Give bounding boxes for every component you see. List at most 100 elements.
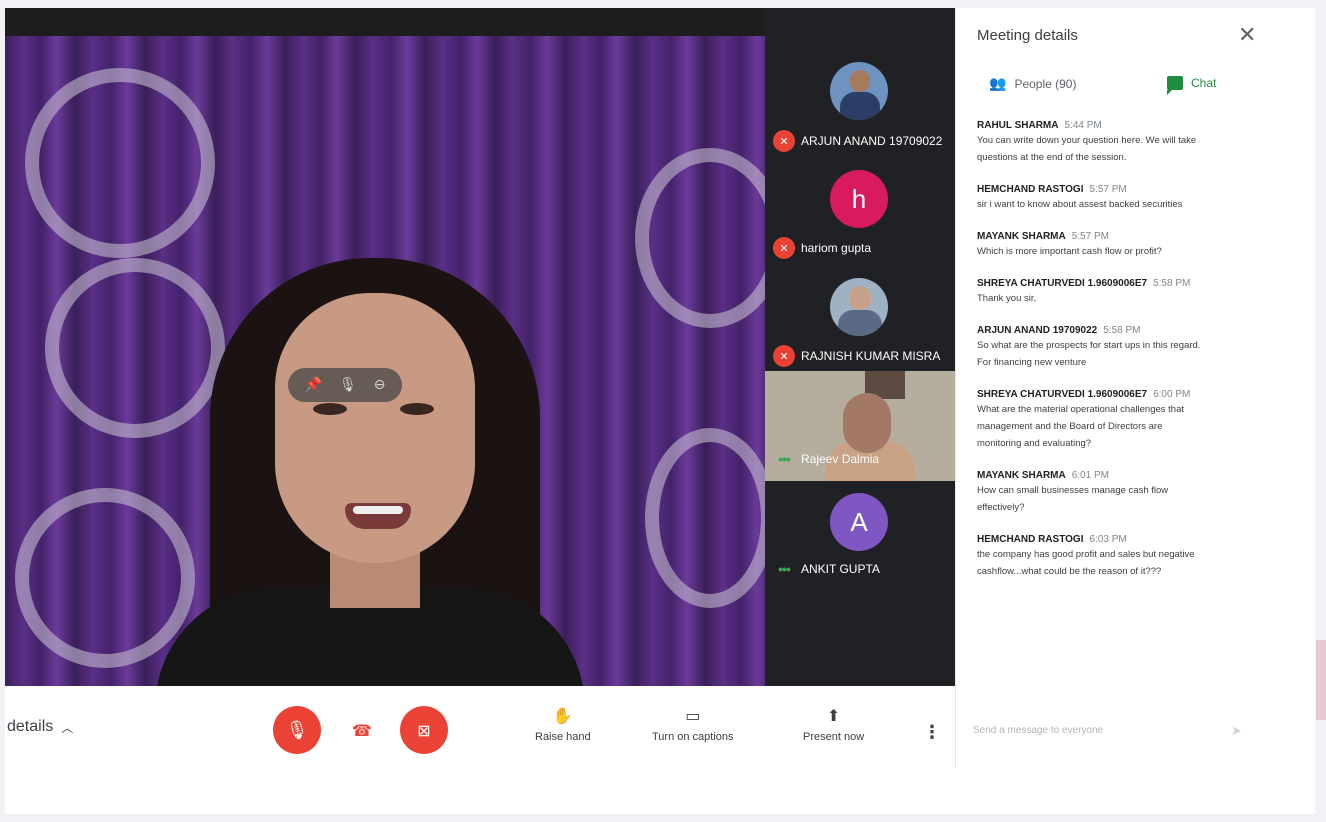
message-text: Thank you sir, xyxy=(977,293,1037,304)
message-sender: HEMCHAND RASTOGI xyxy=(977,534,1084,545)
participant-tile[interactable]: A ••• ANKIT GUPTA xyxy=(765,481,955,589)
participant-tile[interactable]: ✕ RAJNISH KUMAR MISRA xyxy=(765,264,955,372)
camera-toggle-button[interactable]: ⊠ xyxy=(400,706,448,754)
avatar xyxy=(830,62,888,120)
people-icon: 👥 xyxy=(989,76,1007,92)
message-text: the company has good profit and sales bu… xyxy=(977,549,1195,560)
chat-message: SHREYA CHATURVEDI 1.9609006E7 6:00 PM Wha… xyxy=(977,389,1267,452)
speaking-dots-icon: ••• xyxy=(778,561,791,577)
message-sender: ARJUN ANAND 19709022 xyxy=(977,325,1098,336)
close-icon[interactable]: ✕ xyxy=(1238,23,1256,48)
present-now-button[interactable]: ⬆ Present now xyxy=(803,706,864,743)
hang-up-icon: ☎ xyxy=(352,720,372,740)
meet-window: 📌 🎙 ⊖ ✕ ARJUN ANAND 19709022 h ✕ hariom … xyxy=(5,8,1315,814)
message-text: sir i want to know about assest backed s… xyxy=(977,199,1183,210)
chat-icon xyxy=(1167,76,1183,95)
message-text: questions at the end of the session. xyxy=(977,152,1127,163)
message-sender: HEMCHAND RASTOGI xyxy=(977,184,1084,195)
message-text: monitoring and evaluating? xyxy=(977,438,1092,449)
video-curtain-pattern xyxy=(45,258,225,438)
captions-icon: ▭ xyxy=(685,706,701,725)
background-decoration xyxy=(1316,640,1326,720)
message-text: So what are the prospects for start ups … xyxy=(977,340,1201,351)
message-time: 5:57 PM xyxy=(1089,184,1127,195)
mic-off-icon: ✕ xyxy=(773,237,795,259)
message-text: What are the material operational challe… xyxy=(977,404,1185,415)
remove-icon[interactable]: ⊖ xyxy=(374,377,386,393)
meeting-details-panel: Meeting details ✕ 👥 People (90) Chat RAH… xyxy=(955,8,1315,768)
message-sender: RAHUL SHARMA xyxy=(977,120,1059,131)
message-time: 5:58 PM xyxy=(1103,325,1141,336)
message-time: 6:03 PM xyxy=(1089,534,1127,545)
message-sender: MAYANK SHARMA xyxy=(977,231,1066,242)
more-options-icon[interactable]: ⋮ xyxy=(923,722,941,743)
chat-message: MAYANK SHARMA 6:01 PM How can small busin… xyxy=(977,470,1267,516)
message-time: 6:01 PM xyxy=(1071,470,1109,481)
video-top-bar xyxy=(5,8,765,36)
tab-people[interactable]: 👥 People (90) xyxy=(989,76,1076,92)
chevron-up-icon: ︿ xyxy=(61,720,74,735)
chat-message: ARJUN ANAND 19709022 5:58 PM So what are … xyxy=(977,325,1267,371)
participant-name: Rajeev Dalmia xyxy=(801,452,880,466)
chat-message-input[interactable]: Send a message to everyone xyxy=(973,725,1103,736)
message-time: 5:57 PM xyxy=(1071,231,1109,242)
mic-toggle-button[interactable]: 🎙 xyxy=(273,706,321,754)
mic-off-icon: 🎙 xyxy=(285,719,309,741)
chat-message: MAYANK SHARMA 5:57 PM Which is more impor… xyxy=(977,231,1267,260)
tab-chat[interactable]: Chat xyxy=(1167,76,1216,95)
video-curtain-pattern xyxy=(25,68,215,258)
captions-button[interactable]: ▭ Turn on captions xyxy=(652,706,734,743)
call-controls-bar: details ︿ 🎙 ☎ ⊠ ✋ Raise hand ▭ Turn on c… xyxy=(5,686,955,814)
message-text: cashflow...what could be the reason of i… xyxy=(977,566,1162,577)
avatar xyxy=(830,278,888,336)
video-person xyxy=(843,393,891,453)
camera-off-icon: ⊠ xyxy=(417,720,431,740)
participant-name: RAJNISH KUMAR MISRA xyxy=(801,349,941,363)
panel-title: Meeting details xyxy=(977,27,1078,44)
message-sender: MAYANK SHARMA xyxy=(977,470,1066,481)
avatar: h xyxy=(830,170,888,228)
chat-messages: RAHUL SHARMA 5:44 PM You can write down y… xyxy=(977,120,1267,598)
message-sender: SHREYA CHATURVEDI 1.9609006E7 xyxy=(977,389,1148,400)
participant-tile[interactable]: ••• Rajeev Dalmia xyxy=(765,371,955,481)
mic-off-icon: ✕ xyxy=(773,345,795,367)
chat-message: HEMCHAND RASTOGI 5:57 PM sir i want to kn… xyxy=(977,184,1267,213)
message-text: management and the Board of Directors ar… xyxy=(977,421,1163,432)
chat-message: SHREYA CHATURVEDI 1.9609006E7 5:58 PM Tha… xyxy=(977,278,1267,307)
presenter-eye xyxy=(313,403,347,415)
presenter-eye xyxy=(400,403,434,415)
main-video-feed[interactable]: 📌 🎙 ⊖ xyxy=(5,8,765,686)
video-curtain-pattern xyxy=(645,428,765,608)
chat-message: HEMCHAND RASTOGI 6:03 PM the company has … xyxy=(977,534,1267,580)
avatar: A xyxy=(830,493,888,551)
hand-icon: ✋ xyxy=(552,706,573,725)
participant-name: ANKIT GUPTA xyxy=(801,562,880,576)
message-text: How can small businesses manage cash flo… xyxy=(977,485,1169,496)
speaking-dots-icon: ••• xyxy=(778,451,791,467)
chat-message: RAHUL SHARMA 5:44 PM You can write down y… xyxy=(977,120,1267,166)
message-text: For financing new venture xyxy=(977,357,1087,368)
participant-tile[interactable]: ✕ ARJUN ANAND 19709022 xyxy=(765,48,955,156)
participant-name: ARJUN ANAND 19709022 xyxy=(801,134,943,148)
participant-tile[interactable]: h ✕ hariom gupta xyxy=(765,156,955,264)
raise-hand-button[interactable]: ✋ Raise hand xyxy=(535,706,591,743)
participant-tiles: ✕ ARJUN ANAND 19709022 h ✕ hariom gupta … xyxy=(765,8,955,686)
pin-icon[interactable]: 📌 xyxy=(305,377,322,393)
message-text: You can write down your question here. W… xyxy=(977,135,1197,146)
message-text: effectively? xyxy=(977,502,1025,513)
meeting-details-button[interactable]: details ︿ xyxy=(7,718,73,736)
message-sender: SHREYA CHATURVEDI 1.9609006E7 xyxy=(977,278,1148,289)
video-curtain-pattern xyxy=(15,488,195,668)
message-time: 6:00 PM xyxy=(1153,389,1191,400)
send-icon[interactable]: ➤ xyxy=(1231,724,1242,739)
panel-tabs: 👥 People (90) Chat xyxy=(956,70,1276,110)
tile-hover-controls: 📌 🎙 ⊖ xyxy=(288,368,402,402)
present-icon: ⬆ xyxy=(826,706,841,725)
mic-icon[interactable]: 🎙 xyxy=(339,377,357,393)
mic-off-icon: ✕ xyxy=(773,130,795,152)
participant-name: hariom gupta xyxy=(801,241,872,255)
message-time: 5:44 PM xyxy=(1064,120,1102,131)
leave-call-button[interactable]: ☎ xyxy=(338,706,386,754)
presenter-mouth xyxy=(345,503,411,529)
message-text: Which is more important cash flow or pro… xyxy=(977,246,1162,257)
